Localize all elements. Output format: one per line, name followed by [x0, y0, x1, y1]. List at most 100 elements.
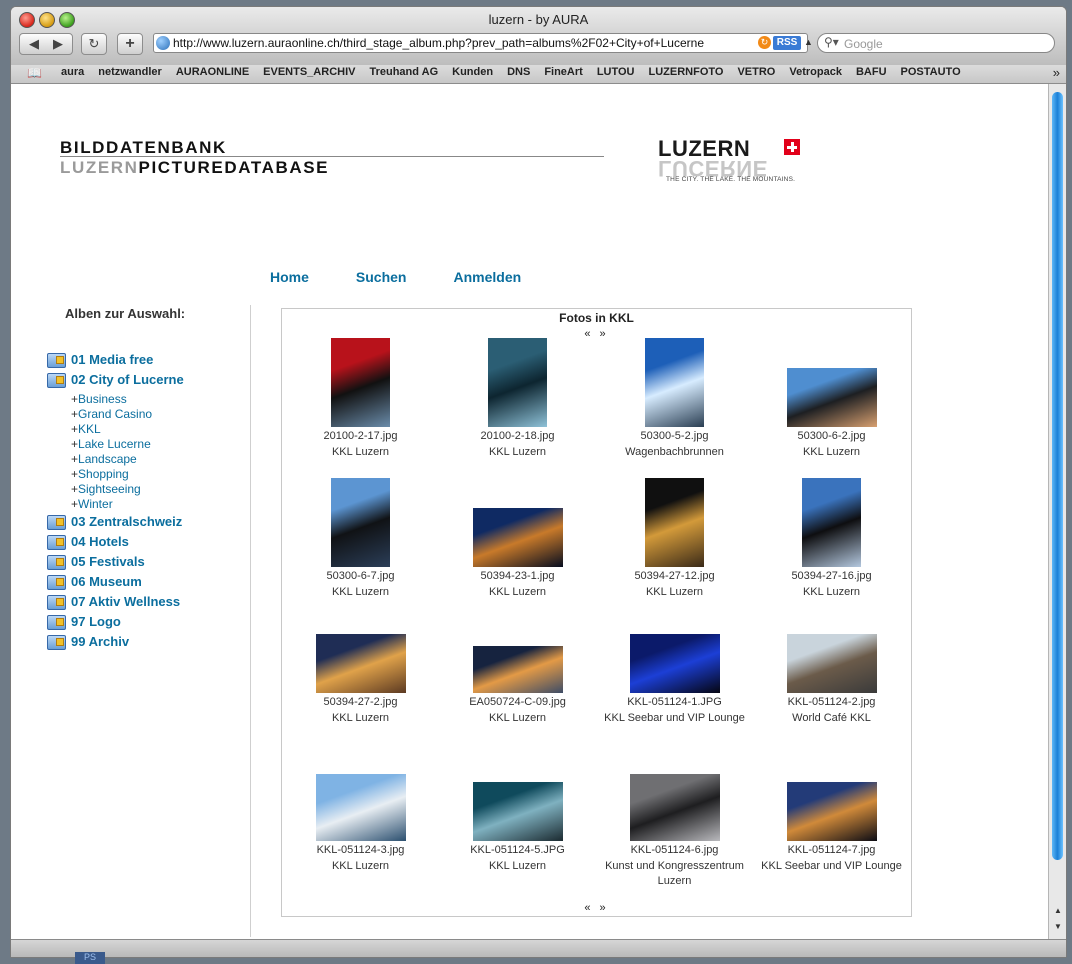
- subalbum-label[interactable]: Business: [78, 392, 127, 406]
- subalbum-label[interactable]: Grand Casino: [78, 407, 152, 421]
- album-link[interactable]: 07 Aktiv Wellness: [71, 594, 180, 609]
- photo-thumbnail[interactable]: [629, 634, 720, 693]
- photo-filename[interactable]: 50300-6-7.jpg: [282, 569, 439, 585]
- photo-filename[interactable]: 20100-2-17.jpg: [282, 429, 439, 445]
- album-link[interactable]: 04 Hotels: [71, 534, 129, 549]
- subalbum-label[interactable]: Landscape: [78, 452, 137, 466]
- photo-thumbnail[interactable]: [629, 774, 720, 841]
- bookmark-item[interactable]: POSTAUTO: [901, 66, 961, 78]
- photo-filename[interactable]: 50394-27-12.jpg: [596, 569, 753, 585]
- forward-icon[interactable]: ▶: [46, 34, 70, 54]
- album-item[interactable]: 06 Museum: [47, 574, 152, 594]
- subalbum-item[interactable]: +Winter: [71, 497, 152, 512]
- back-icon[interactable]: ◀: [22, 34, 46, 54]
- photo-thumbnail[interactable]: [786, 634, 877, 693]
- subalbum-label[interactable]: Sightseeing: [78, 482, 141, 496]
- subalbum-item[interactable]: +Lake Lucerne: [71, 437, 152, 452]
- dock-photoshop-icon[interactable]: PS: [75, 952, 105, 964]
- bookmark-item[interactable]: Vetropack: [789, 66, 842, 78]
- album-link[interactable]: 99 Archiv: [71, 634, 129, 649]
- bookmark-item[interactable]: BAFU: [856, 66, 887, 78]
- reload-stop-icon[interactable]: ↻: [758, 36, 771, 49]
- photo-thumbnail[interactable]: [315, 634, 406, 693]
- photo-filename[interactable]: 50394-23-1.jpg: [439, 569, 596, 585]
- photo-filename[interactable]: 20100-2-18.jpg: [439, 429, 596, 445]
- url-text[interactable]: http://www.luzern.auraonline.ch/third_st…: [173, 36, 758, 50]
- subalbum-item[interactable]: +Grand Casino: [71, 407, 152, 422]
- url-dropdown-icon[interactable]: ▲: [804, 37, 813, 47]
- album-link[interactable]: 01 Media free: [71, 352, 153, 367]
- photo-filename[interactable]: KKL-051124-2.jpg: [753, 695, 910, 711]
- bookmark-item[interactable]: AURAONLINE: [176, 66, 249, 78]
- subalbum-label[interactable]: Winter: [78, 497, 113, 511]
- album-link[interactable]: 06 Museum: [71, 574, 142, 589]
- back-forward-buttons[interactable]: ◀ ▶: [19, 33, 73, 55]
- bookmark-item[interactable]: LUZERNFOTO: [649, 66, 724, 78]
- album-item[interactable]: 03 Zentralschweiz: [47, 514, 182, 534]
- bookmark-item[interactable]: Kunden: [452, 66, 493, 78]
- photo-thumbnail[interactable]: [315, 774, 406, 841]
- photo-thumbnail[interactable]: [645, 478, 704, 567]
- scrollbar-thumb[interactable]: [1052, 92, 1063, 860]
- bookmark-item[interactable]: LUTOU: [597, 66, 635, 78]
- bookmark-item[interactable]: netzwandler: [98, 66, 162, 78]
- bookmark-item[interactable]: aura: [61, 66, 84, 78]
- photo-thumbnail[interactable]: [472, 646, 563, 693]
- bookmark-item[interactable]: DNS: [507, 66, 530, 78]
- album-item[interactable]: 05 Festivals: [47, 554, 152, 574]
- photo-thumbnail[interactable]: [331, 338, 390, 427]
- photo-thumbnail[interactable]: [645, 338, 704, 427]
- photo-filename[interactable]: EA050724-C-09.jpg: [439, 695, 596, 711]
- pager-bottom[interactable]: « »: [282, 902, 911, 914]
- album-link[interactable]: 03 Zentralschweiz: [71, 514, 182, 529]
- subalbum-item[interactable]: +Shopping: [71, 467, 152, 482]
- album-item[interactable]: 99 Archiv: [47, 634, 152, 654]
- album-link[interactable]: 05 Festivals: [71, 554, 145, 569]
- album-link[interactable]: 02 City of Lucerne: [71, 372, 184, 387]
- album-item[interactable]: 04 Hotels: [47, 534, 152, 554]
- photo-filename[interactable]: KKL-051124-1.JPG: [596, 695, 753, 711]
- album-link[interactable]: 97 Logo: [71, 614, 121, 629]
- photo-filename[interactable]: KKL-051124-5.JPG: [439, 843, 596, 859]
- bookmarks-book-icon[interactable]: 📖: [27, 66, 42, 80]
- album-item[interactable]: 07 Aktiv Wellness: [47, 594, 180, 614]
- scroll-down-arrow-icon[interactable]: ▼: [1054, 922, 1062, 931]
- photo-filename[interactable]: KKL-051124-6.jpg: [596, 843, 753, 859]
- photo-filename[interactable]: 50300-6-2.jpg: [753, 429, 910, 445]
- photo-thumbnail[interactable]: [488, 338, 547, 427]
- photo-thumbnail[interactable]: [786, 368, 877, 427]
- subalbum-item[interactable]: +Landscape: [71, 452, 152, 467]
- more-bookmarks-icon[interactable]: »: [1053, 65, 1060, 80]
- subalbum-label[interactable]: Lake Lucerne: [78, 437, 151, 451]
- photo-thumbnail[interactable]: [786, 782, 877, 841]
- bookmark-item[interactable]: FineArt: [544, 66, 583, 78]
- bookmark-item[interactable]: EVENTS_ARCHIV: [263, 66, 355, 78]
- nav-home-link[interactable]: Home: [270, 269, 309, 285]
- photo-filename[interactable]: 50394-27-2.jpg: [282, 695, 439, 711]
- bookmark-item[interactable]: VETRO: [737, 66, 775, 78]
- subalbum-label[interactable]: KKL: [78, 422, 101, 436]
- album-item[interactable]: 02 City of Lucerne: [47, 372, 184, 392]
- photo-filename[interactable]: KKL-051124-3.jpg: [282, 843, 439, 859]
- subalbum-item[interactable]: +Business: [71, 392, 152, 407]
- nav-login-link[interactable]: Anmelden: [453, 269, 521, 285]
- vertical-scrollbar[interactable]: ▲ ▼: [1048, 84, 1066, 939]
- address-bar[interactable]: http://www.luzern.auraonline.ch/third_st…: [153, 33, 808, 53]
- search-input[interactable]: ⚲▾ Google: [817, 33, 1055, 53]
- photo-thumbnail[interactable]: [472, 782, 563, 841]
- photo-thumbnail[interactable]: [802, 478, 861, 567]
- nav-search-link[interactable]: Suchen: [356, 269, 407, 285]
- photo-filename[interactable]: 50394-27-16.jpg: [753, 569, 910, 585]
- subalbum-label[interactable]: Shopping: [78, 467, 129, 481]
- bookmark-item[interactable]: Treuhand AG: [369, 66, 438, 78]
- subalbum-item[interactable]: +Sightseeing: [71, 482, 152, 497]
- album-item[interactable]: 97 Logo: [47, 614, 152, 634]
- photo-filename[interactable]: 50300-5-2.jpg: [596, 429, 753, 445]
- scroll-up-arrow-icon[interactable]: ▲: [1054, 906, 1062, 915]
- rss-button[interactable]: RSS: [773, 36, 801, 50]
- photo-filename[interactable]: KKL-051124-7.jpg: [753, 843, 910, 859]
- add-bookmark-button[interactable]: +: [117, 33, 143, 55]
- photo-thumbnail[interactable]: [472, 508, 563, 567]
- subalbum-item[interactable]: +KKL: [71, 422, 152, 437]
- album-item[interactable]: 01 Media free: [47, 352, 153, 372]
